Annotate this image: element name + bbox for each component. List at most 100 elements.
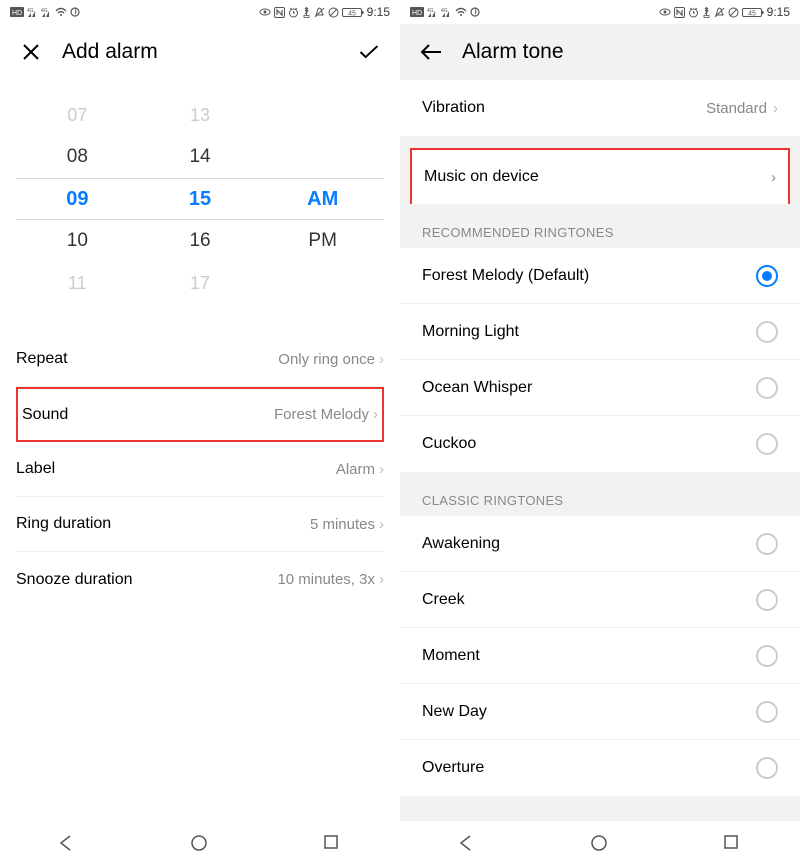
nav-recents-icon[interactable] — [723, 834, 743, 854]
ringtone-label: Moment — [422, 647, 480, 665]
picker-option[interactable]: 13 — [139, 94, 262, 136]
radio-icon[interactable] — [756, 757, 778, 779]
picker-option[interactable]: 11 — [16, 262, 139, 304]
picker-option-selected[interactable]: 15 — [139, 178, 262, 220]
ringtone-row[interactable]: Forest Melody (Default) — [400, 248, 800, 304]
picker-option-selected[interactable]: AM — [261, 178, 384, 220]
radio-selected-icon[interactable] — [756, 265, 778, 287]
ringtone-label: Ocean Whisper — [422, 379, 532, 397]
status-bar: HD 4G 4G 45 9:15 — [400, 0, 800, 24]
nfc-icon — [274, 7, 285, 18]
picker-option[interactable]: 10 — [16, 220, 139, 262]
wifi-icon — [455, 7, 467, 17]
picker-option[interactable]: 16 — [139, 220, 262, 262]
nav-home-icon[interactable] — [190, 834, 210, 854]
row-music-on-device[interactable]: Music on device › — [410, 148, 790, 204]
setting-sound[interactable]: Sound Forest Melody› — [16, 387, 384, 442]
picker-minutes[interactable]: 13 14 15 16 17 — [139, 94, 262, 304]
svg-text:4G: 4G — [427, 8, 434, 14]
setting-label-row[interactable]: Label Alarm› — [16, 442, 384, 497]
swirl-icon — [470, 7, 480, 17]
ringtone-label: Cuckoo — [422, 435, 476, 453]
battery-icon: 45 — [742, 7, 764, 18]
ringtone-label: Overture — [422, 759, 484, 777]
setting-repeat[interactable]: Repeat Only ring once› — [16, 332, 384, 387]
setting-value: 5 minutes› — [310, 516, 384, 533]
page-title: Add alarm — [62, 40, 158, 64]
radio-icon[interactable] — [756, 645, 778, 667]
chevron-right-icon: › — [373, 406, 378, 423]
setting-label: Ring duration — [16, 515, 111, 533]
alarm-clock-icon — [288, 7, 299, 18]
picker-option-selected[interactable]: 09 — [16, 178, 139, 220]
section-header: CLASSIC RINGTONES — [400, 472, 800, 516]
signal-4g-icon: 4G — [41, 7, 52, 17]
ringtone-label: Forest Melody (Default) — [422, 267, 589, 285]
radio-icon[interactable] — [756, 433, 778, 455]
chevron-right-icon: › — [773, 100, 778, 117]
page-title: Alarm tone — [462, 40, 564, 64]
setting-label: Snooze duration — [16, 571, 133, 589]
bt-battery-icon — [702, 7, 711, 18]
row-vibration[interactable]: Vibration Standard› — [400, 80, 800, 136]
battery-icon: 45 — [342, 7, 364, 18]
alarm-clock-icon — [688, 7, 699, 18]
close-icon[interactable] — [20, 41, 42, 63]
svg-text:45: 45 — [748, 10, 756, 17]
setting-ring-duration[interactable]: Ring duration 5 minutes› — [16, 497, 384, 552]
dnd-icon — [714, 7, 725, 18]
picker-option[interactable]: 17 — [139, 262, 262, 304]
setting-value: Alarm› — [336, 461, 384, 478]
radio-icon[interactable] — [756, 589, 778, 611]
ringtone-row[interactable]: Creek — [400, 572, 800, 628]
nav-back-icon[interactable] — [57, 834, 77, 854]
wifi-icon — [55, 7, 67, 17]
check-icon[interactable] — [358, 41, 380, 63]
nav-back-icon[interactable] — [457, 834, 477, 854]
nav-bar — [0, 821, 400, 867]
svg-text:45: 45 — [348, 10, 356, 17]
picker-option[interactable]: 07 — [16, 94, 139, 136]
dnd-icon — [314, 7, 325, 18]
status-time: 9:15 — [367, 5, 390, 19]
ringtone-label: Creek — [422, 591, 465, 609]
radio-icon[interactable] — [756, 321, 778, 343]
chevron-right-icon: › — [379, 571, 384, 588]
row-value: Standard› — [706, 100, 778, 117]
setting-value: 10 minutes, 3x› — [277, 571, 384, 588]
radio-icon[interactable] — [756, 533, 778, 555]
ringtone-label: Awakening — [422, 535, 500, 553]
picker-ampm[interactable]: AM PM — [261, 94, 384, 304]
row-label: Music on device — [424, 168, 539, 186]
picker-option[interactable]: 08 — [16, 136, 139, 178]
ringtone-row[interactable]: Moment — [400, 628, 800, 684]
svg-text:HD: HD — [412, 10, 422, 17]
chevron-right-icon: › — [379, 461, 384, 478]
chevron-right-icon: › — [379, 516, 384, 533]
ringtone-label: Morning Light — [422, 323, 519, 341]
ringtone-row[interactable]: Morning Light — [400, 304, 800, 360]
time-picker[interactable]: 07 08 09 10 11 13 14 15 16 17 AM PM — [0, 80, 400, 314]
status-left: HD 4G 4G — [10, 7, 80, 17]
signal-4g-icon: 4G — [427, 7, 438, 17]
no-data-icon — [328, 7, 339, 18]
ringtone-label: New Day — [422, 703, 487, 721]
back-icon[interactable] — [420, 41, 442, 63]
signal-4g-icon: 4G — [27, 7, 38, 17]
picker-option[interactable]: 14 — [139, 136, 262, 178]
ringtone-row[interactable]: Awakening — [400, 516, 800, 572]
picker-option[interactable]: PM — [261, 220, 384, 262]
ringtone-row[interactable]: Ocean Whisper — [400, 360, 800, 416]
status-right: 45 9:15 — [259, 5, 390, 19]
nav-home-icon[interactable] — [590, 834, 610, 854]
setting-snooze-duration[interactable]: Snooze duration 10 minutes, 3x› — [16, 552, 384, 607]
svg-text:HD: HD — [12, 10, 22, 17]
ringtone-row[interactable]: Cuckoo — [400, 416, 800, 472]
radio-icon[interactable] — [756, 701, 778, 723]
ringtone-row[interactable]: Overture — [400, 740, 800, 796]
nav-recents-icon[interactable] — [323, 834, 343, 854]
picker-hours[interactable]: 07 08 09 10 11 — [16, 94, 139, 304]
setting-label: Sound — [22, 406, 68, 424]
ringtone-row[interactable]: New Day — [400, 684, 800, 740]
radio-icon[interactable] — [756, 377, 778, 399]
